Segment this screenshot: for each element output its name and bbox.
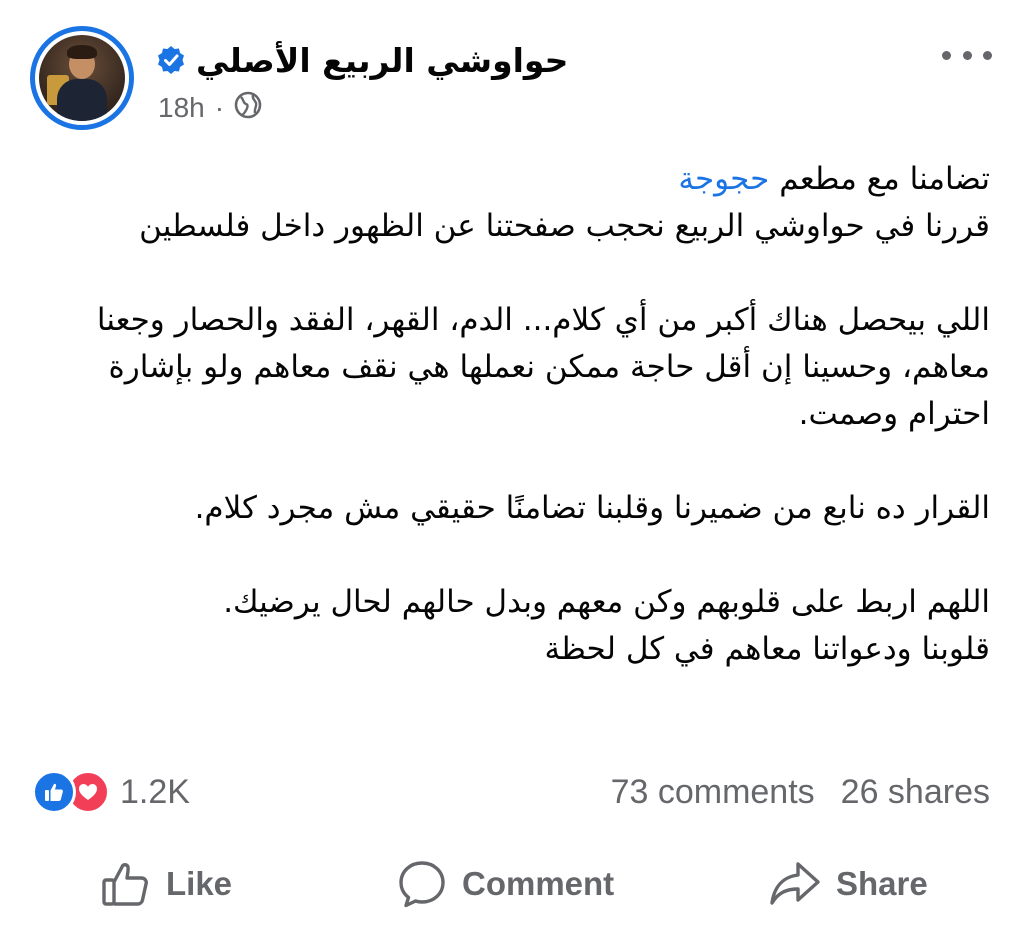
post-stats: 1.2K 73 comments 26 shares [0, 760, 1024, 824]
shares-count[interactable]: 26 shares [841, 773, 990, 812]
comment-button[interactable]: Comment [396, 844, 614, 924]
like-label: Like [166, 865, 233, 902]
comments-count[interactable]: 73 comments [611, 773, 815, 812]
more-options-icon[interactable] [942, 40, 992, 70]
post-paragraph-2: اللي بيحصل هناك أكبر من أي كلام... الدم،… [96, 302, 990, 432]
post-paragraph-3: القرار ده نابع من ضميرنا وقلبنا تضامنًا … [194, 490, 990, 526]
like-reaction-icon [32, 770, 76, 814]
globe-icon[interactable] [234, 91, 262, 126]
share-label: Share [836, 865, 928, 902]
post-line-1: تضامنا مع مطعم حجوجة [678, 161, 990, 197]
page-title[interactable]: حواوشي الربيع الأصلي [196, 41, 568, 80]
reactions-count[interactable]: 1.2K [120, 773, 190, 812]
engagement-counts: 73 comments 26 shares [611, 772, 990, 812]
like-button[interactable]: Like [100, 844, 232, 924]
post-header: حواوشي الربيع الأصلي 18h · [0, 0, 1024, 150]
post-paragraph-4-line-1: اللهم اربط على قلوبهم وكن معهم وبدل حاله… [223, 584, 990, 620]
page-avatar[interactable] [30, 26, 134, 130]
reactions-summary[interactable]: 1.2K [32, 770, 190, 814]
comment-label: Comment [462, 865, 615, 902]
share-arrow-icon [768, 858, 822, 910]
page-title-row: حواوشي الربيع الأصلي [156, 36, 568, 84]
post-meta: 18h · [158, 88, 262, 128]
comment-bubble-icon [396, 858, 448, 910]
avatar-photo [39, 35, 125, 121]
post-text: تضامنا مع مطعم حجوجة قررنا في حواوشي الر… [24, 156, 990, 673]
meta-separator: · [214, 92, 225, 123]
share-button[interactable]: Share [768, 844, 928, 924]
verified-badge-icon [156, 45, 186, 75]
post-time[interactable]: 18h [158, 92, 205, 124]
post-paragraph-1: قررنا في حواوشي الربيع نحجب صفحتنا عن ال… [139, 208, 990, 244]
thumbs-up-icon [100, 858, 152, 910]
post-actions: Like Comment Share [0, 844, 1024, 924]
post-paragraph-4-line-2: قلوبنا ودعواتنا معاهم في كل لحظة [544, 631, 990, 667]
mention-link[interactable]: حجوجة [678, 161, 769, 197]
